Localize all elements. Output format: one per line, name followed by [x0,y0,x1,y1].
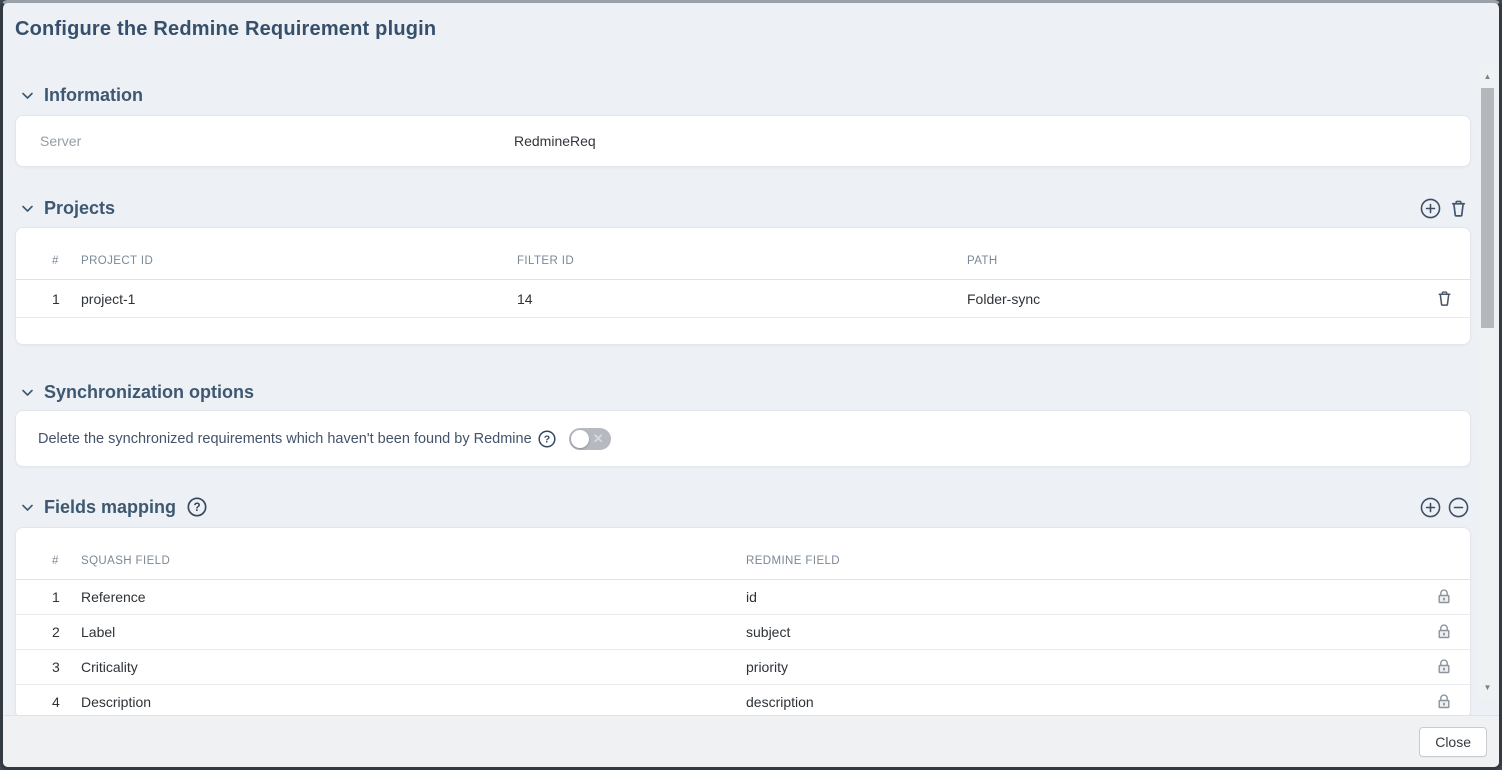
fields-mapping-actions [1420,497,1469,518]
chevron-down-icon [21,89,34,102]
col-header-index: # [16,255,81,267]
projects-section-title: Projects [44,198,115,219]
sync-options-card: Delete the synchronized requirements whi… [15,410,1471,467]
question-circle-icon[interactable] [538,430,556,448]
close-button[interactable]: Close [1419,727,1487,757]
chevron-down-icon[interactable] [21,202,34,215]
project-row-index: 1 [16,291,81,307]
projects-actions [1420,198,1469,219]
squash-field-cell: Label [81,624,746,640]
project-id-cell[interactable]: project-1 [81,291,517,307]
redmine-field-cell: priority [746,659,1418,675]
field-mapping-row: 1 Reference id [16,580,1470,615]
scroll-down-button[interactable]: ▼ [1479,679,1496,696]
lock-icon [1434,691,1454,714]
scroll-thumb[interactable] [1481,88,1494,328]
col-header-filter-id: FILTER ID [517,255,967,267]
field-mapping-row: 3 Criticality priority [16,650,1470,685]
delete-row-button[interactable] [1435,289,1454,308]
row-index: 1 [16,589,81,605]
row-index: 3 [16,659,81,675]
lock-icon [1434,586,1454,609]
field-mapping-row: 2 Label subject [16,615,1470,650]
squash-field-cell: Description [81,694,746,710]
projects-section-header: Projects [21,198,1471,218]
col-header-redmine-field: REDMINE FIELD [746,555,1418,567]
configure-plugin-dialog: Configure the Redmine Requirement plugin… [0,0,1502,770]
dialog-header: Configure the Redmine Requirement plugin [3,3,1499,62]
information-section-title: Information [44,85,143,106]
path-cell[interactable]: Folder-sync [967,291,1418,307]
question-circle-icon[interactable] [187,497,207,517]
fields-mapping-section-title: Fields mapping [44,497,176,518]
row-index: 2 [16,624,81,640]
redmine-field-cell: description [746,694,1418,710]
fields-table-header: # SQUASH FIELD REDMINE FIELD [16,528,1470,580]
information-card: Server RedmineReq [15,115,1471,167]
add-project-button[interactable] [1420,198,1441,219]
field-mapping-row: 4 Description description [16,685,1470,715]
remove-mapping-button[interactable] [1448,497,1469,518]
chevron-down-icon [21,386,34,399]
row-index: 4 [16,694,81,710]
server-value: RedmineReq [514,133,596,149]
project-table-row: 1 project-1 14 Folder-sync [16,280,1470,318]
toggle-off-x-icon: ✕ [593,428,604,450]
col-header-path: PATH [967,255,1418,267]
server-label: Server [40,133,514,149]
col-header-project-id: PROJECT ID [81,255,517,267]
delete-projects-button[interactable] [1448,198,1469,219]
dialog-footer: Close [3,715,1499,767]
fields-mapping-table-card: # SQUASH FIELD REDMINE FIELD 1 Reference… [15,527,1471,715]
row-actions [1418,691,1470,714]
row-actions [1418,621,1470,644]
sync-options-section-title: Synchronization options [44,382,254,403]
row-actions [1418,289,1470,308]
information-section-header[interactable]: Information [21,85,1471,105]
scroll-up-button[interactable]: ▲ [1479,68,1496,85]
sync-options-section-header[interactable]: Synchronization options [21,382,1471,402]
lock-icon [1434,621,1454,644]
toggle-knob [571,430,589,448]
redmine-field-cell: id [746,589,1418,605]
fields-mapping-section-header: Fields mapping [21,497,1471,517]
filter-id-cell[interactable]: 14 [517,291,967,307]
dialog-title: Configure the Redmine Requirement plugin [15,18,1487,41]
delete-sync-toggle[interactable]: ✕ [569,428,611,450]
projects-table-card: # PROJECT ID FILTER ID PATH 1 project-1 … [15,227,1471,345]
projects-table-header: # PROJECT ID FILTER ID PATH [16,228,1470,280]
add-mapping-button[interactable] [1420,497,1441,518]
row-actions [1418,586,1470,609]
row-actions [1418,656,1470,679]
col-header-squash-field: SQUASH FIELD [81,555,746,567]
chevron-down-icon[interactable] [21,501,34,514]
col-header-index: # [16,555,81,567]
vertical-scrollbar[interactable]: ▲ ▼ [1479,65,1496,699]
squash-field-cell: Reference [81,589,746,605]
redmine-field-cell: subject [746,624,1418,640]
delete-sync-option-label: Delete the synchronized requirements whi… [38,431,532,447]
dialog-content: Information Server RedmineReq Projects #… [3,62,1499,715]
lock-icon [1434,656,1454,679]
squash-field-cell: Criticality [81,659,746,675]
